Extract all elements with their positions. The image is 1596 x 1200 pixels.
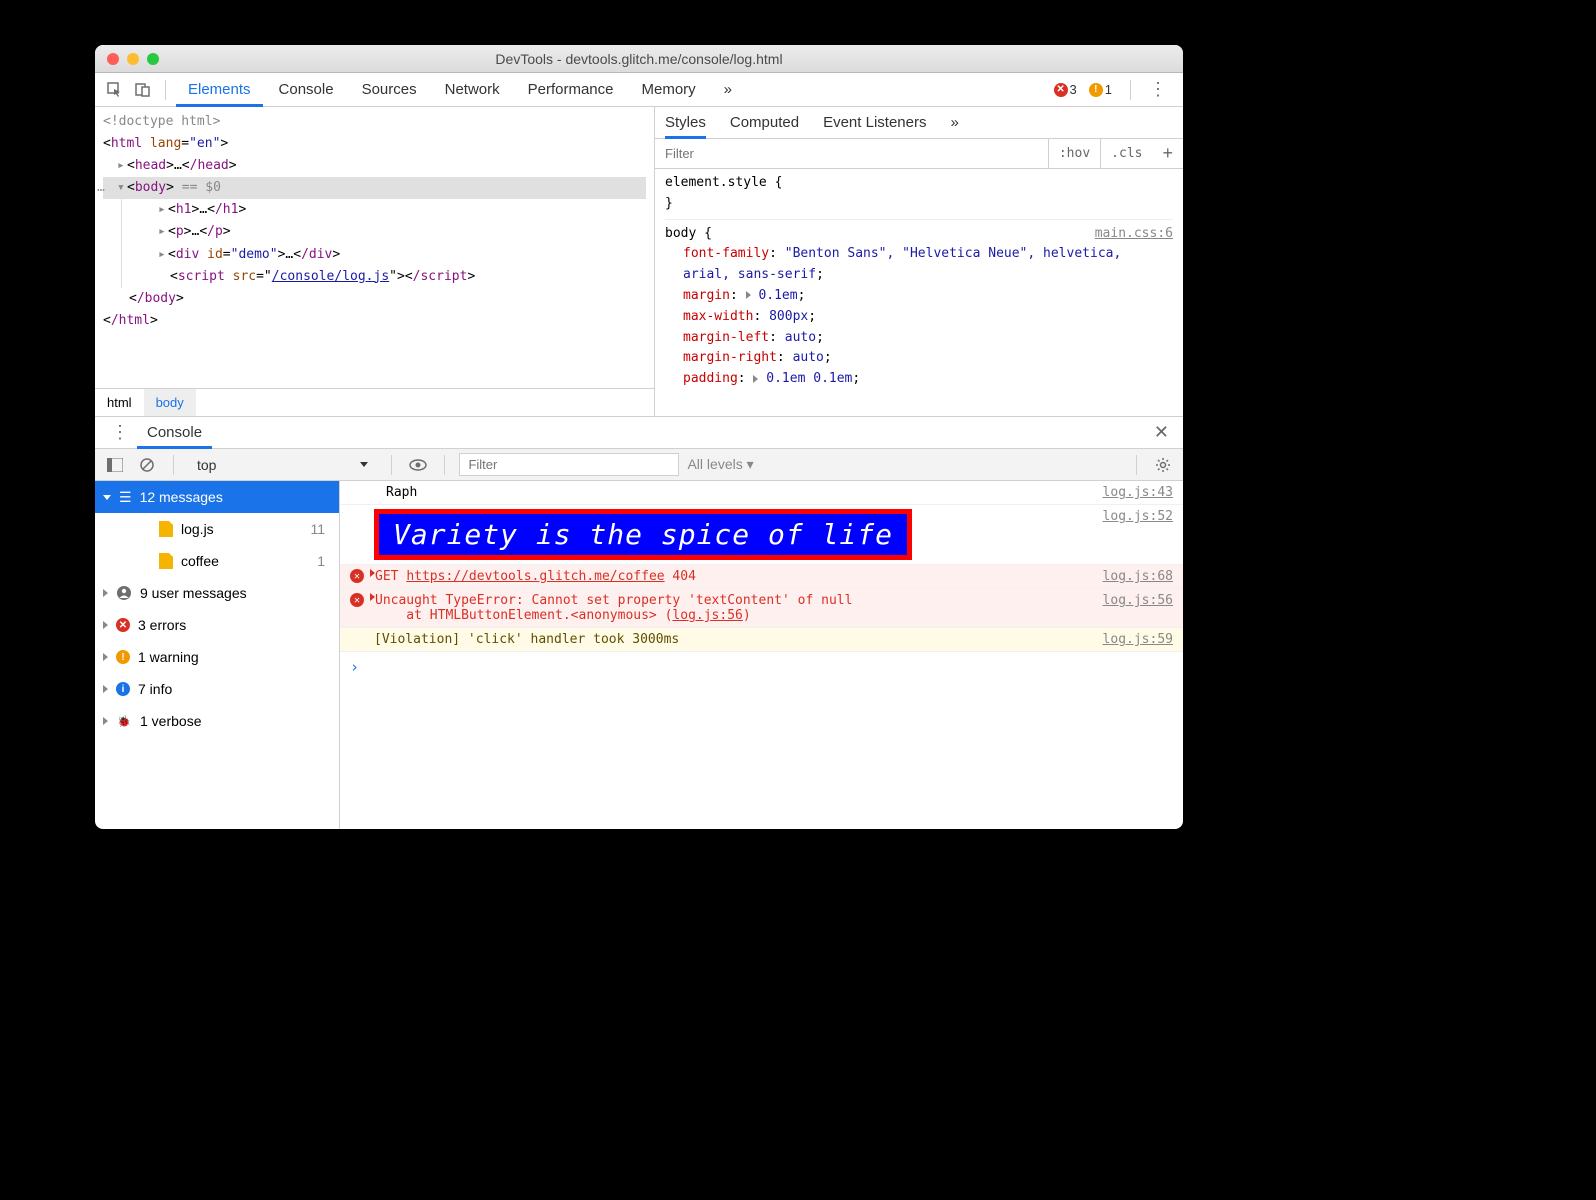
breadcrumb-body[interactable]: body (144, 389, 196, 416)
console-settings-icon[interactable] (1151, 453, 1175, 477)
separator (165, 80, 166, 100)
console-drawer: ⋮ Console ✕ top All levels ▾ (95, 417, 1183, 829)
device-toggle-icon[interactable] (131, 78, 155, 102)
tabs-overflow[interactable]: » (712, 73, 744, 107)
user-icon (116, 585, 132, 601)
source-link[interactable]: log.js:43 (1091, 485, 1173, 500)
error-message[interactable]: ✕ Uncaught TypeError: Cannot set propert… (340, 589, 1183, 628)
error-icon: ✕ (116, 618, 130, 632)
breadcrumb-html[interactable]: html (95, 389, 144, 416)
new-style-rule-icon[interactable]: + (1152, 143, 1183, 164)
elements-panel: <!doctype html> <html lang="en"> ▸<head>… (95, 107, 1183, 417)
dom-tree[interactable]: <!doctype html> <html lang="en"> ▸<head>… (95, 107, 654, 388)
source-link[interactable]: log.js:68 (1091, 569, 1173, 584)
tab-performance[interactable]: Performance (516, 73, 626, 107)
verbose-icon: 🐞 (116, 713, 132, 729)
log-message-styled[interactable]: Variety is the spice of life log.js:52 (340, 505, 1183, 565)
inspect-icon[interactable] (103, 78, 127, 102)
styles-pane: Styles Computed Event Listeners » :hov .… (655, 107, 1183, 416)
live-expression-icon[interactable] (406, 453, 430, 477)
hov-toggle[interactable]: :hov (1048, 139, 1100, 168)
styles-tabs-overflow[interactable]: » (950, 107, 958, 139)
sidebar-errors[interactable]: ✕3 errors (95, 609, 339, 641)
titlebar: DevTools - devtools.glitch.me/console/lo… (95, 45, 1183, 73)
tab-console[interactable]: Console (267, 73, 346, 107)
dom-tree-pane: <!doctype html> <html lang="en"> ▸<head>… (95, 107, 655, 416)
console-messages[interactable]: Raph log.js:43 Variety is the spice of l… (340, 481, 1183, 829)
cls-toggle[interactable]: .cls (1100, 139, 1152, 168)
error-count: 3 (1070, 82, 1077, 97)
close-drawer-icon[interactable]: ✕ (1148, 422, 1175, 443)
sidebar-messages[interactable]: ☰12 messages (95, 481, 339, 513)
sidebar-file-logjs[interactable]: log.js11 (95, 513, 339, 545)
file-icon (159, 553, 173, 569)
sidebar-toggle-icon[interactable] (103, 453, 127, 477)
file-icon (159, 521, 173, 537)
source-link[interactable]: log.js:56 (1091, 593, 1173, 608)
error-icon: ✕ (1054, 83, 1068, 97)
styles-rules[interactable]: element.style { } body {main.css:6 font-… (655, 169, 1183, 416)
source-link[interactable]: log.js:52 (1091, 509, 1173, 524)
error-count-badge[interactable]: ✕ 3 (1054, 82, 1077, 97)
context-selector[interactable]: top (188, 456, 377, 474)
drawer-tabs: ⋮ Console ✕ (95, 417, 1183, 449)
styles-filter-input[interactable] (655, 146, 1048, 161)
source-link[interactable]: log.js:59 (1091, 632, 1173, 647)
violation-message[interactable]: [Violation] 'click' handler took 3000ms … (340, 628, 1183, 652)
doctype-node: <!doctype html> (103, 114, 220, 129)
selected-body-node[interactable]: ▾<body> == $0 (103, 177, 646, 199)
error-icon: ✕ (350, 593, 364, 607)
clear-console-icon[interactable] (135, 453, 159, 477)
console-prompt[interactable]: › (340, 652, 1183, 682)
tab-sources[interactable]: Sources (350, 73, 429, 107)
warning-icon: ! (1089, 83, 1103, 97)
console-filter-input[interactable] (459, 453, 679, 476)
sidebar-verbose[interactable]: 🐞1 verbose (95, 705, 339, 737)
sidebar-file-coffee[interactable]: coffee1 (95, 545, 339, 577)
tab-memory[interactable]: Memory (630, 73, 708, 107)
console-body: ☰12 messages log.js11 coffee1 9 user mes… (95, 481, 1183, 829)
error-icon: ✕ (350, 569, 364, 583)
sidebar-warnings[interactable]: !1 warning (95, 641, 339, 673)
log-message[interactable]: Raph log.js:43 (340, 481, 1183, 505)
console-toolbar: top All levels ▾ (95, 449, 1183, 481)
tab-computed[interactable]: Computed (730, 107, 799, 139)
main-tabs: Elements Console Sources Network Perform… (95, 73, 1183, 107)
log-levels-selector[interactable]: All levels ▾ (687, 456, 753, 473)
styles-filter-bar: :hov .cls + (655, 139, 1183, 169)
warning-count: 1 (1105, 82, 1112, 97)
devtools-window: DevTools - devtools.glitch.me/console/lo… (95, 45, 1183, 829)
sidebar-user-messages[interactable]: 9 user messages (95, 577, 339, 609)
window-title: DevTools - devtools.glitch.me/console/lo… (95, 51, 1183, 67)
warning-count-badge[interactable]: ! 1 (1089, 82, 1112, 97)
tab-elements[interactable]: Elements (176, 73, 263, 107)
tab-event-listeners[interactable]: Event Listeners (823, 107, 926, 139)
error-message[interactable]: ✕ GET https://devtools.glitch.me/coffee … (340, 565, 1183, 589)
breadcrumb: html body (95, 388, 654, 416)
separator (1130, 80, 1131, 100)
tab-network[interactable]: Network (433, 73, 512, 107)
element-style-rule: element.style { (665, 173, 1173, 194)
drawer-tab-console[interactable]: Console (137, 417, 212, 449)
css-source-link[interactable]: main.css:6 (1095, 224, 1173, 245)
tab-styles[interactable]: Styles (665, 107, 706, 139)
console-sidebar: ☰12 messages log.js11 coffee1 9 user mes… (95, 481, 340, 829)
settings-menu-icon[interactable]: ⋮ (1141, 79, 1175, 100)
sidebar-info[interactable]: i7 info (95, 673, 339, 705)
styles-tabs: Styles Computed Event Listeners » (655, 107, 1183, 139)
info-icon: i (116, 682, 130, 696)
drawer-menu-icon[interactable]: ⋮ (103, 422, 137, 443)
warning-icon: ! (116, 650, 130, 664)
